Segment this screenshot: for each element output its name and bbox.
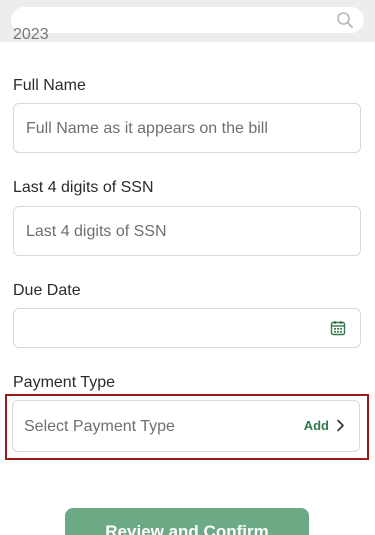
ssn-label: Last 4 digits of SSN [13, 179, 154, 196]
full-name-placeholder: Full Name as it appears on the bill [26, 120, 268, 137]
due-date-field[interactable] [13, 308, 361, 348]
full-name-field[interactable]: Full Name as it appears on the bill [13, 103, 361, 153]
search-icon[interactable] [336, 11, 354, 29]
due-date-label: Due Date [13, 282, 81, 299]
calendar-icon[interactable] [330, 320, 346, 336]
top-bar [0, 0, 375, 42]
review-and-confirm-button[interactable]: Review and Confirm [65, 508, 309, 535]
ssn-field[interactable]: Last 4 digits of SSN [13, 206, 361, 256]
ssn-placeholder: Last 4 digits of SSN [26, 223, 167, 240]
add-label: Add [303, 418, 329, 433]
search-input[interactable] [11, 7, 364, 33]
payment-type-placeholder: Select Payment Type [24, 418, 175, 435]
clipped-previous-text: 2023 [13, 26, 49, 43]
payment-type-selector[interactable]: Select Payment Type Add [12, 400, 360, 452]
payment-type-label: Payment Type [13, 374, 115, 391]
add-payment-type-button[interactable]: Add [304, 418, 345, 433]
full-name-label: Full Name [13, 77, 86, 94]
chevron-right-icon [337, 419, 344, 432]
